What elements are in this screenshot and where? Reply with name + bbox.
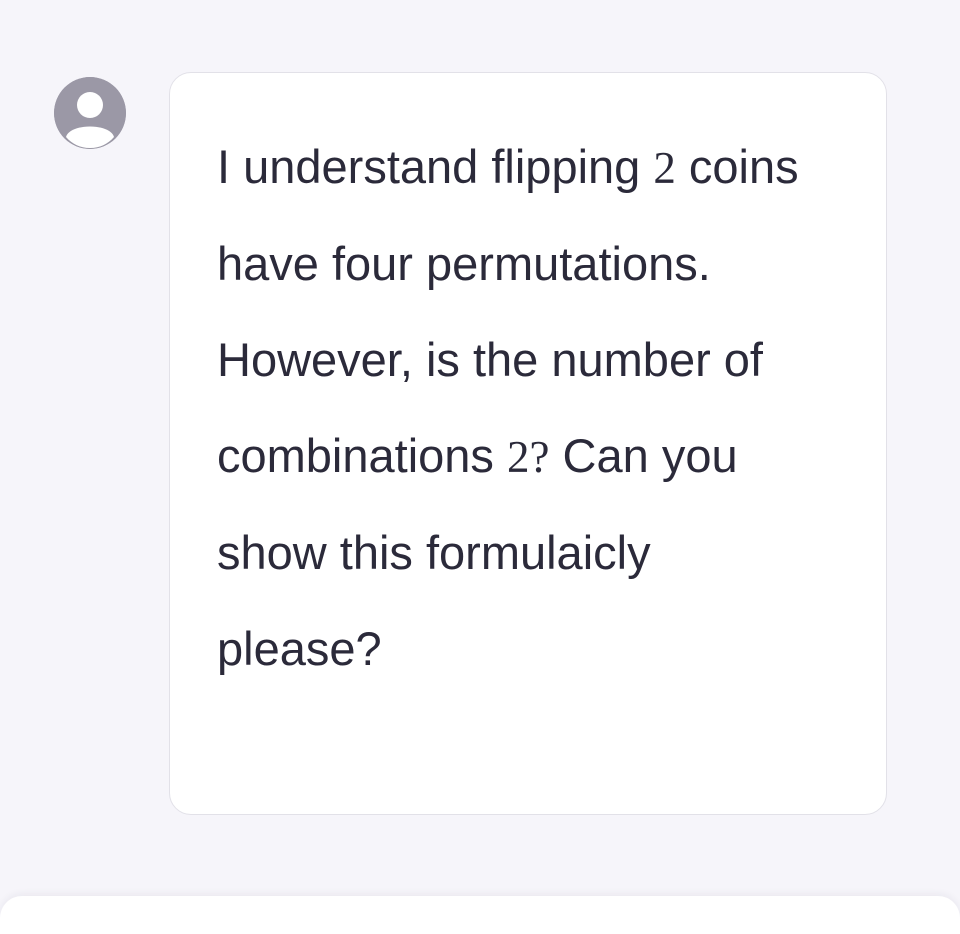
person-icon — [54, 77, 126, 149]
user-message-bubble: I understand flipping 2 coins have four … — [169, 72, 887, 815]
message-composer-panel[interactable] — [0, 896, 960, 934]
math-question-mark: ? — [529, 432, 550, 482]
message-text: I understand flipping 2 coins have four … — [217, 119, 807, 697]
math-number: 2 — [507, 432, 530, 482]
user-avatar-icon — [54, 77, 126, 149]
chat-page: I understand flipping 2 coins have four … — [0, 0, 960, 934]
message-text-segment: I understand flipping — [217, 140, 654, 193]
math-number: 2 — [653, 143, 676, 193]
